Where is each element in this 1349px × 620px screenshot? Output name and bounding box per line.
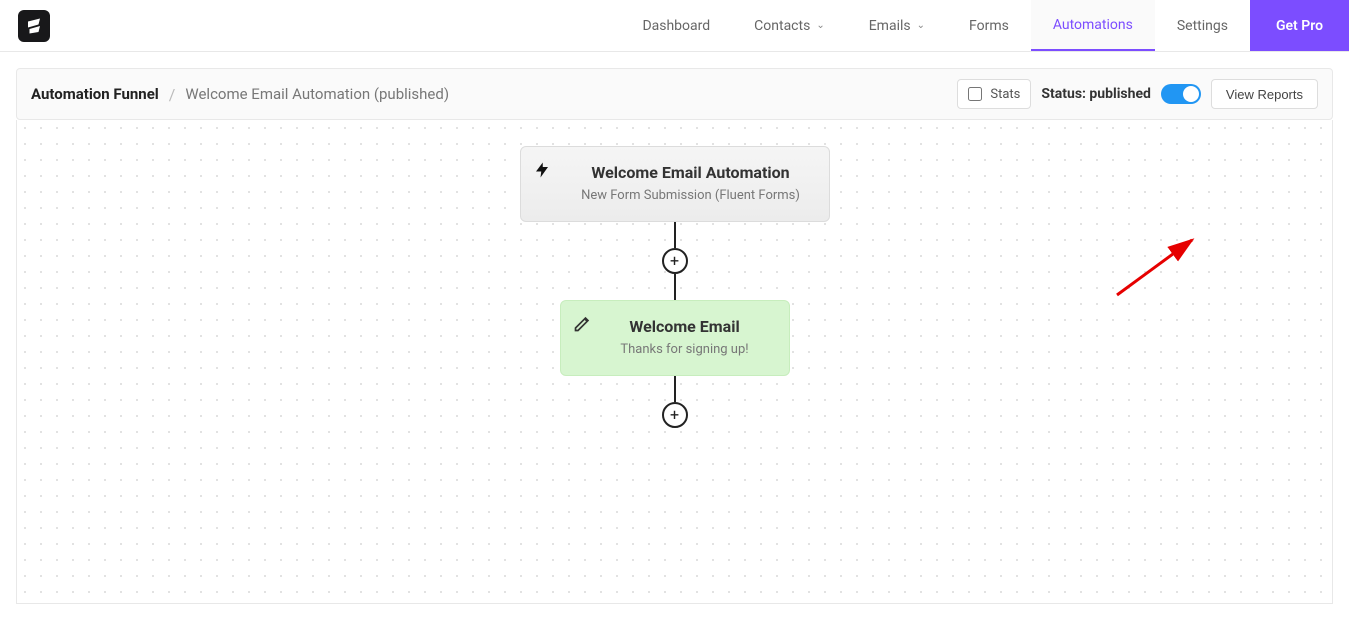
automation-toolbar: Automation Funnel / Welcome Email Automa… bbox=[16, 68, 1333, 120]
nav-getpro[interactable]: Get Pro bbox=[1250, 0, 1349, 51]
connector-line bbox=[674, 376, 676, 402]
publish-toggle[interactable] bbox=[1161, 84, 1201, 104]
compose-email-icon bbox=[573, 313, 593, 337]
connector-line bbox=[674, 222, 676, 248]
email-node[interactable]: Welcome Email Thanks for signing up! bbox=[560, 300, 790, 376]
nav-automations[interactable]: Automations bbox=[1031, 0, 1155, 51]
nav-settings-label: Settings bbox=[1177, 18, 1228, 34]
nav-settings[interactable]: Settings bbox=[1155, 0, 1250, 51]
trigger-subtitle: New Form Submission (Fluent Forms) bbox=[571, 188, 811, 203]
app-logo[interactable] bbox=[18, 10, 50, 42]
nav-dashboard-label: Dashboard bbox=[642, 18, 710, 34]
nav-forms[interactable]: Forms bbox=[947, 0, 1031, 51]
lightning-icon bbox=[533, 159, 551, 185]
logo-icon bbox=[25, 17, 43, 35]
nav-dashboard[interactable]: Dashboard bbox=[620, 0, 732, 51]
top-navbar: Dashboard Contacts ⌄ Emails ⌄ Forms Automa… bbox=[0, 0, 1349, 52]
nav-emails[interactable]: Emails ⌄ bbox=[847, 0, 947, 51]
chevron-down-icon: ⌄ bbox=[816, 20, 824, 31]
status-label: Status: published bbox=[1041, 86, 1151, 102]
nav-getpro-label: Get Pro bbox=[1276, 18, 1323, 34]
page-content: Automation Funnel / Welcome Email Automa… bbox=[0, 52, 1349, 620]
email-title: Welcome Email bbox=[601, 317, 769, 336]
view-reports-button[interactable]: View Reports bbox=[1211, 79, 1318, 109]
chevron-down-icon: ⌄ bbox=[917, 20, 925, 31]
trigger-node[interactable]: Welcome Email Automation New Form Submis… bbox=[520, 146, 830, 222]
stats-checkbox[interactable] bbox=[968, 87, 982, 101]
breadcrumb-current: Welcome Email Automation (published) bbox=[185, 85, 449, 103]
stats-toggle[interactable]: Stats bbox=[957, 79, 1031, 109]
stats-label: Stats bbox=[990, 87, 1020, 102]
trigger-title: Welcome Email Automation bbox=[571, 163, 811, 182]
add-step-button[interactable]: + bbox=[662, 402, 688, 428]
nav-forms-label: Forms bbox=[969, 18, 1009, 34]
breadcrumb-root[interactable]: Automation Funnel bbox=[31, 85, 159, 103]
nav-emails-label: Emails bbox=[869, 18, 911, 34]
automation-canvas[interactable]: Welcome Email Automation New Form Submis… bbox=[16, 120, 1333, 604]
connector-line bbox=[674, 274, 676, 300]
nav-automations-label: Automations bbox=[1053, 17, 1133, 33]
nav-contacts[interactable]: Contacts ⌄ bbox=[732, 0, 847, 51]
annotation-arrow-icon bbox=[1107, 235, 1207, 305]
breadcrumb-separator: / bbox=[169, 85, 176, 104]
main-nav: Dashboard Contacts ⌄ Emails ⌄ Forms Automa… bbox=[620, 0, 1349, 51]
email-subtitle: Thanks for signing up! bbox=[601, 342, 769, 357]
nav-contacts-label: Contacts bbox=[754, 18, 810, 34]
flow-column: Welcome Email Automation New Form Submis… bbox=[520, 146, 830, 428]
add-step-button[interactable]: + bbox=[662, 248, 688, 274]
